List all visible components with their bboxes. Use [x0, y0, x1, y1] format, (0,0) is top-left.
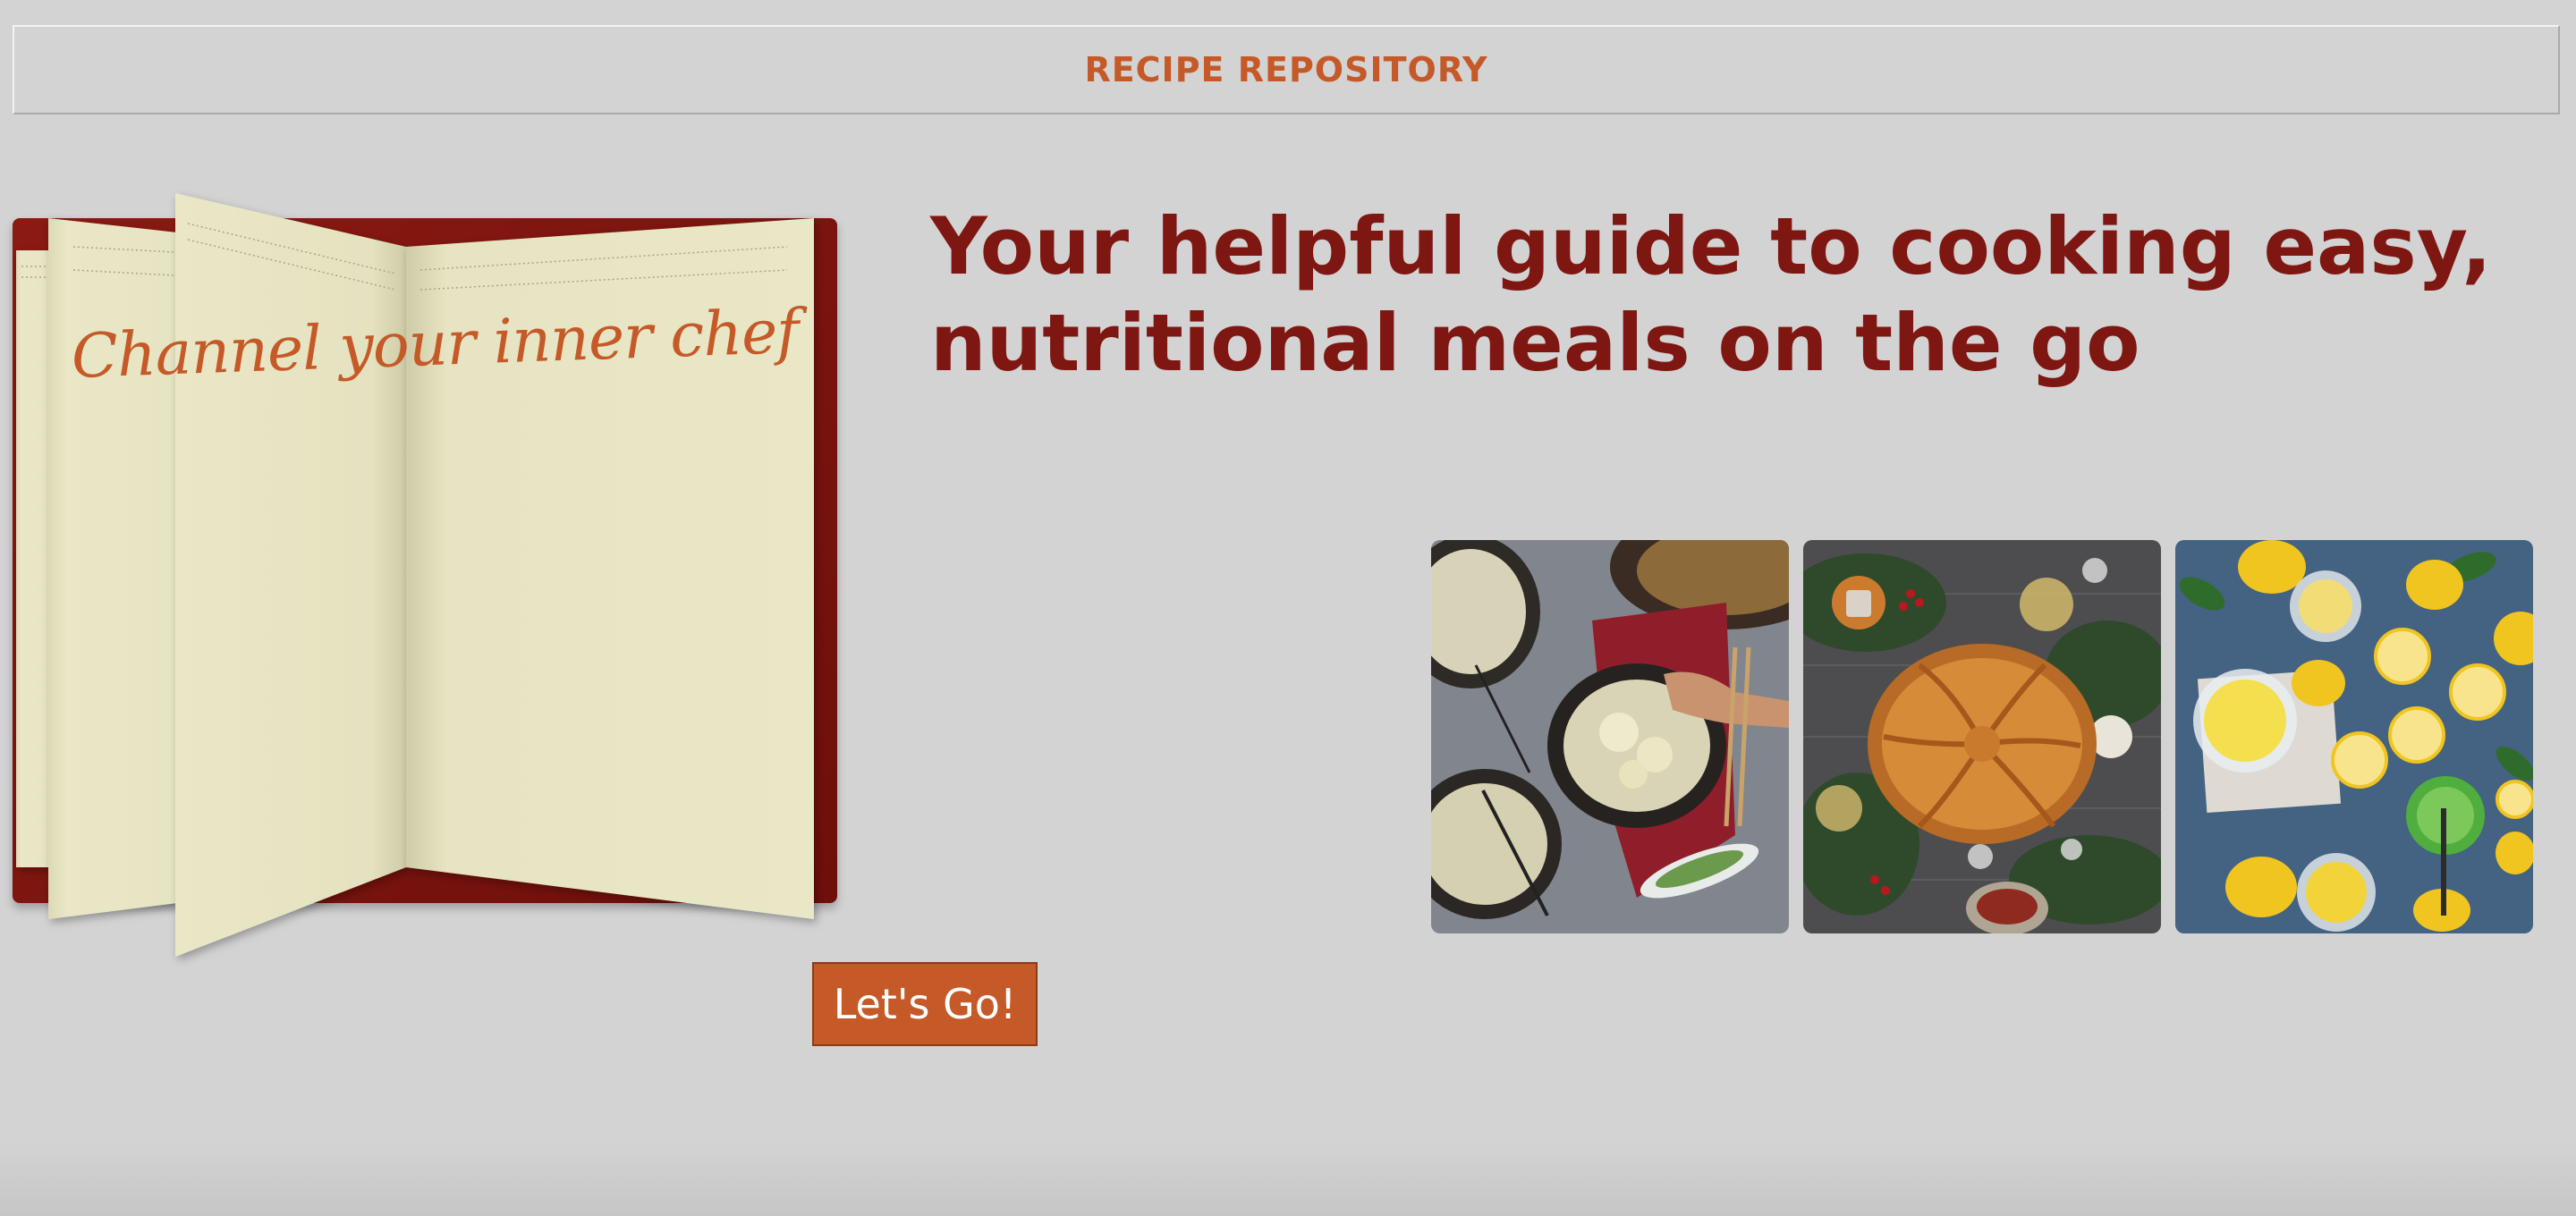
site-header: RECIPE REPOSITORY: [13, 25, 2560, 114]
photo-gallery: [1431, 540, 2533, 933]
photo-lemons: [2175, 540, 2533, 933]
page-headline: Your helpful guide to cooking easy, nutr…: [930, 200, 2492, 389]
lets-go-button[interactable]: Let's Go!: [812, 962, 1038, 1046]
site-title: RECIPE REPOSITORY: [1084, 50, 1488, 89]
landing-page: RECIPE REPOSITORY Channel your inner che…: [0, 0, 2576, 1216]
photo-dumpling-bowls: [1431, 540, 1789, 933]
recipe-book-illustration: Channel your inner chef: [9, 188, 850, 975]
photo-braided-pastry: [1803, 540, 2161, 933]
